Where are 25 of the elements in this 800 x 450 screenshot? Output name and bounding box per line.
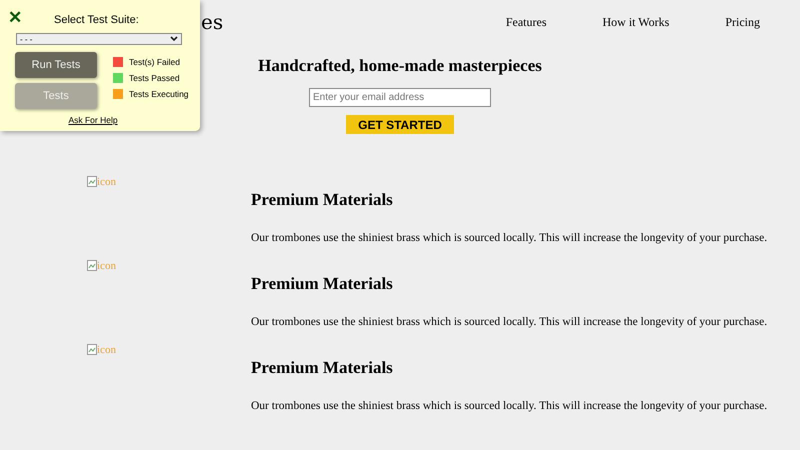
logo-text[interactable]: es	[201, 10, 224, 34]
legend-label: Tests Executing	[129, 89, 189, 99]
legend-label: Test(s) Failed	[129, 57, 180, 67]
broken-image: icon	[87, 344, 116, 356]
suite-label: Select Test Suite:	[54, 14, 139, 26]
feature-text: Our trombones use the shiniest brass which is sourced locally. This will increase the longevity of your purchase.	[251, 232, 768, 244]
feature-title: Premium Materials	[251, 274, 394, 294]
nav-link[interactable]: Features	[506, 14, 546, 30]
chevron-down-icon	[170, 36, 178, 42]
nav-link[interactable]: Pricing	[725, 14, 760, 30]
close-icon[interactable]: ✕	[8, 10, 22, 26]
email-field[interactable]: Enter your email address	[309, 88, 491, 107]
test-button[interactable]: Run Tests	[15, 52, 97, 78]
feature-text: Our trombones use the shiniest brass which is sourced locally. This will increase the longevity of your purchase.	[251, 400, 768, 412]
legend-label: Tests Passed	[129, 73, 180, 83]
feature-text: Our trombones use the shiniest brass which is sourced locally. This will increase the longevity of your purchase.	[251, 316, 768, 328]
hero-title: Handcrafted, home-made masterpieces	[258, 56, 542, 76]
get-started-button[interactable]: GET STARTED	[346, 115, 454, 134]
feature-title: Premium Materials	[251, 358, 394, 378]
broken-image: icon	[87, 260, 116, 272]
broken-image: icon	[87, 176, 116, 188]
suite-dropdown[interactable]: - - -	[16, 33, 182, 45]
help-link[interactable]: Ask For Help	[8, 115, 178, 125]
nav-link[interactable]: How it Works	[602, 14, 670, 30]
feature-title: Premium Materials	[251, 190, 394, 210]
